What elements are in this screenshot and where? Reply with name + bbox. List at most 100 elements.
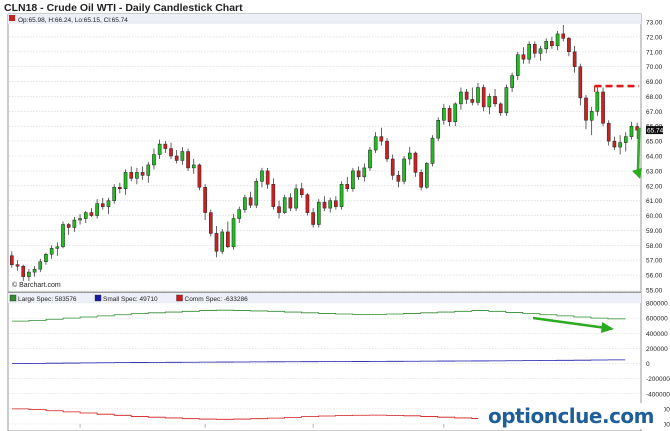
price-tick-label: 59.00 xyxy=(646,228,663,235)
price-tick-label: 67.00 xyxy=(646,109,663,116)
candle-body xyxy=(118,187,122,190)
candle-body xyxy=(203,187,207,213)
candle-body xyxy=(231,218,236,248)
candle-body xyxy=(10,255,14,265)
candle-body xyxy=(345,184,350,190)
candle-body xyxy=(390,158,395,176)
candle-body xyxy=(305,194,310,213)
legend-swatch xyxy=(94,294,102,302)
candle-body xyxy=(226,231,230,248)
candle-body xyxy=(555,33,560,47)
candle-body xyxy=(430,137,435,164)
price-tick-label: 65.00 xyxy=(646,139,663,146)
candle-body xyxy=(112,187,116,201)
candle-body xyxy=(72,219,77,228)
candle-body xyxy=(254,181,259,206)
candle-body xyxy=(527,44,531,60)
candle-body xyxy=(356,170,361,178)
candle-body xyxy=(89,212,94,216)
candle-body xyxy=(174,155,179,161)
candle-body xyxy=(95,203,99,216)
candle-body xyxy=(220,231,224,252)
candle-body xyxy=(157,143,162,155)
candle-body xyxy=(135,172,139,179)
candle-body xyxy=(186,151,190,169)
watermark: © Barchart.com xyxy=(12,281,61,289)
candle-body xyxy=(368,149,372,169)
candle-body xyxy=(78,218,82,221)
last-price-badge: 65.74 xyxy=(646,126,664,135)
candle-body xyxy=(470,99,475,103)
candle-body xyxy=(197,164,202,188)
candle-body xyxy=(567,38,571,53)
cot-tick-label: 600000 xyxy=(646,316,668,323)
price-tick-label: 60.00 xyxy=(646,213,663,220)
candle-body xyxy=(271,184,276,207)
price-tick-label: 57.00 xyxy=(646,258,663,265)
candle-body xyxy=(407,152,412,160)
ohlc-marker-icon xyxy=(9,15,15,21)
candle-body xyxy=(311,212,315,225)
price-tick-label: 55.00 xyxy=(646,288,663,295)
legend-label: Large Spec: 583576 xyxy=(18,296,77,303)
candle-body xyxy=(351,170,355,190)
candle-body xyxy=(322,201,327,209)
candle-body xyxy=(339,184,344,207)
cot-tick-label: -400000 xyxy=(646,391,670,398)
candle-body xyxy=(589,111,594,121)
candle-body xyxy=(436,120,441,139)
candle-body xyxy=(464,91,469,100)
candle-body xyxy=(248,197,253,206)
candle-body xyxy=(413,152,418,173)
candle-body xyxy=(402,158,406,182)
price-tick-label: 63.00 xyxy=(646,168,663,175)
cot-tick-label: -200000 xyxy=(646,376,670,383)
candle-body xyxy=(618,142,622,148)
price-tick-label: 61.00 xyxy=(646,198,663,205)
candle-body xyxy=(373,136,378,151)
candle-body xyxy=(362,167,367,178)
cot-tick-label: 800000 xyxy=(646,301,668,308)
candle-body xyxy=(328,200,332,209)
candle-body xyxy=(493,96,497,105)
candle-body xyxy=(21,265,26,277)
cot-tick-label: 0 xyxy=(646,361,650,368)
candle-body xyxy=(208,212,213,234)
candle-body xyxy=(180,151,185,161)
candle-body xyxy=(191,164,196,169)
arrow-shaft xyxy=(636,127,641,173)
ohlc-label: Op:65.98, H:66.24, Lo:65.15, Cl:65.74 xyxy=(18,17,128,24)
candle-body xyxy=(237,209,242,219)
candle-body xyxy=(100,203,105,207)
brand-logo: optionclue.com xyxy=(478,403,664,429)
price-tick-label: 73.00 xyxy=(646,20,663,27)
cot-tick-label: 400000 xyxy=(646,331,668,338)
cot-tick-label: 200000 xyxy=(646,346,668,353)
price-tick-label: 68.00 xyxy=(646,94,663,101)
candle-body xyxy=(214,233,219,252)
candle-body xyxy=(66,224,71,228)
candle-body xyxy=(459,91,463,105)
price-axis: 55.00 56.00 57.00 58.00 59.00 60.00 61.00 62.00… xyxy=(646,20,663,295)
candle-body xyxy=(265,170,270,185)
candle-body xyxy=(49,248,54,255)
candle-body xyxy=(510,75,514,88)
candle-body xyxy=(334,200,338,207)
candle-body xyxy=(447,108,452,123)
candle-body xyxy=(504,87,509,114)
candle-body xyxy=(561,33,566,39)
candle-body xyxy=(521,54,526,60)
price-tick-label: 69.00 xyxy=(646,79,663,86)
candle-body xyxy=(612,140,617,148)
candle-body xyxy=(498,103,503,114)
candle-body xyxy=(623,136,628,143)
candle-body xyxy=(544,41,549,50)
last-price-label: 65.74 xyxy=(647,128,664,135)
candle-body xyxy=(487,96,492,108)
candle-body xyxy=(538,48,543,54)
candle-body xyxy=(152,154,156,166)
candle-body xyxy=(38,261,43,270)
candle-body xyxy=(282,197,287,213)
candle-body xyxy=(61,224,65,248)
candle-body xyxy=(260,170,264,182)
